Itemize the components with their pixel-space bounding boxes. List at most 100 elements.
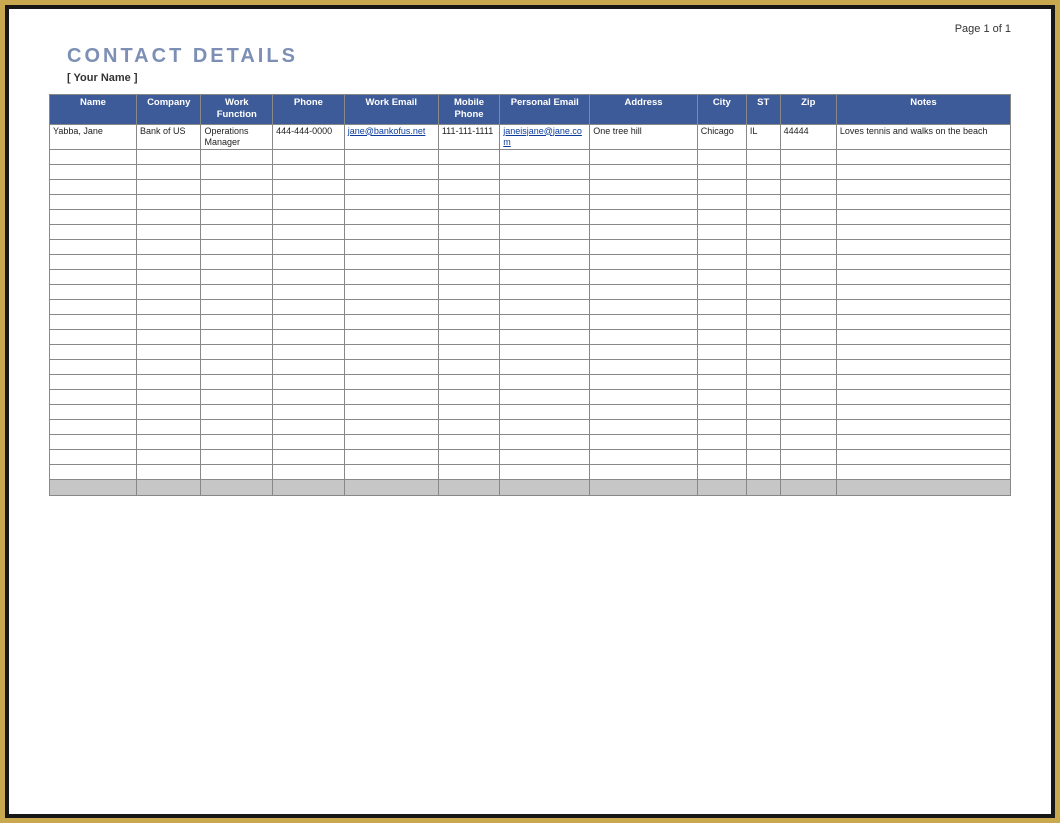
cell-address [590, 435, 697, 450]
cell-work_email [344, 360, 438, 375]
cell-city [697, 165, 746, 180]
cell-address [590, 405, 697, 420]
cell-work_email [344, 375, 438, 390]
footer-cell-notes [836, 480, 1010, 496]
cell-work_email: jane@bankofus.net [344, 124, 438, 150]
cell-phone [273, 225, 345, 240]
table-row [50, 150, 1011, 165]
table-row [50, 285, 1011, 300]
cell-phone [273, 180, 345, 195]
cell-zip [780, 285, 836, 300]
col-header-company: Company [136, 95, 200, 125]
cell-name [50, 300, 137, 315]
cell-st [746, 165, 780, 180]
cell-address [590, 195, 697, 210]
table-row [50, 360, 1011, 375]
col-header-st: ST [746, 95, 780, 125]
col-header-personal-email: Personal Email [500, 95, 590, 125]
footer-cell-city [697, 480, 746, 496]
col-header-phone: Phone [273, 95, 345, 125]
cell-zip [780, 345, 836, 360]
cell-st [746, 240, 780, 255]
cell-company [136, 315, 200, 330]
cell-work_email [344, 225, 438, 240]
table-row [50, 345, 1011, 360]
cell-phone [273, 210, 345, 225]
cell-city [697, 315, 746, 330]
cell-city [697, 285, 746, 300]
cell-zip [780, 360, 836, 375]
cell-zip [780, 450, 836, 465]
cell-name [50, 330, 137, 345]
cell-work_email [344, 255, 438, 270]
cell-mobile_phone [438, 450, 499, 465]
cell-name [50, 255, 137, 270]
col-header-name: Name [50, 95, 137, 125]
cell-city [697, 270, 746, 285]
table-row [50, 435, 1011, 450]
cell-work_function [201, 150, 273, 165]
cell-company [136, 345, 200, 360]
cell-work_function [201, 195, 273, 210]
cell-mobile_phone [438, 195, 499, 210]
cell-work_function [201, 450, 273, 465]
cell-personal_email [500, 180, 590, 195]
col-header-mobile-phone: MobilePhone [438, 95, 499, 125]
cell-work_email [344, 300, 438, 315]
cell-personal_email [500, 390, 590, 405]
cell-name [50, 315, 137, 330]
cell-zip [780, 165, 836, 180]
cell-st [746, 255, 780, 270]
cell-phone [273, 315, 345, 330]
cell-city [697, 405, 746, 420]
cell-name [50, 360, 137, 375]
cell-name [50, 210, 137, 225]
cell-phone [273, 435, 345, 450]
cell-company [136, 150, 200, 165]
cell-zip [780, 180, 836, 195]
table-row: Yabba, JaneBank of USOperations Manager4… [50, 124, 1011, 150]
cell-work_email [344, 315, 438, 330]
cell-mobile_phone [438, 255, 499, 270]
cell-notes [836, 405, 1010, 420]
cell-city [697, 150, 746, 165]
cell-st [746, 300, 780, 315]
cell-personal_email [500, 420, 590, 435]
table-row [50, 405, 1011, 420]
cell-address: One tree hill [590, 124, 697, 150]
cell-address [590, 285, 697, 300]
cell-mobile_phone [438, 150, 499, 165]
cell-personal_email [500, 405, 590, 420]
cell-notes [836, 465, 1010, 480]
cell-company [136, 450, 200, 465]
cell-address [590, 360, 697, 375]
cell-company [136, 330, 200, 345]
cell-address [590, 270, 697, 285]
footer-cell-address [590, 480, 697, 496]
cell-work_email [344, 450, 438, 465]
col-header-notes: Notes [836, 95, 1010, 125]
cell-zip [780, 315, 836, 330]
cell-company [136, 210, 200, 225]
work-email-link[interactable]: jane@bankofus.net [348, 126, 426, 136]
cell-work_function [201, 420, 273, 435]
table-row [50, 270, 1011, 285]
cell-city [697, 360, 746, 375]
cell-phone [273, 330, 345, 345]
cell-mobile_phone [438, 330, 499, 345]
cell-notes [836, 195, 1010, 210]
cell-city: Chicago [697, 124, 746, 150]
cell-work_function [201, 405, 273, 420]
personal-email-link[interactable]: janeisjane@jane.com [503, 126, 582, 147]
cell-work_email [344, 405, 438, 420]
cell-name [50, 345, 137, 360]
table-row [50, 420, 1011, 435]
footer-cell-zip [780, 480, 836, 496]
cell-city [697, 255, 746, 270]
cell-notes [836, 330, 1010, 345]
cell-zip [780, 420, 836, 435]
cell-city [697, 300, 746, 315]
page-title: CONTACT DETAILS [67, 45, 1011, 68]
table-row [50, 375, 1011, 390]
cell-mobile_phone [438, 285, 499, 300]
